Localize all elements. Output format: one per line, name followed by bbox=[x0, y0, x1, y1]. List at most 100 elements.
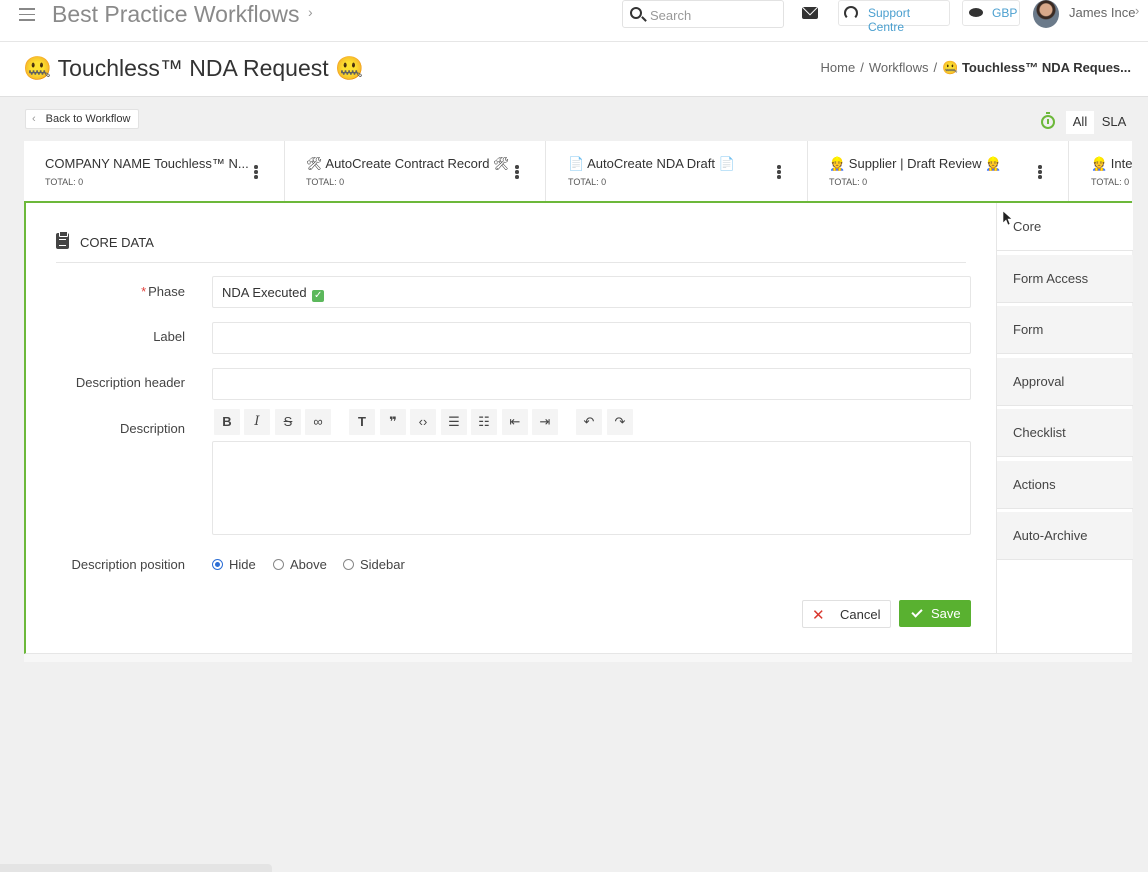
mail-icon[interactable] bbox=[802, 7, 818, 19]
mouse-cursor-icon bbox=[1003, 211, 1013, 226]
tab-all[interactable]: All bbox=[1066, 111, 1094, 134]
side-tab-approval[interactable]: Approval bbox=[997, 358, 1133, 406]
link-icon[interactable]: ∞ bbox=[305, 409, 331, 435]
phase-total: TOTAL: 0 bbox=[568, 177, 607, 187]
redo-icon[interactable]: ↷ bbox=[607, 409, 633, 435]
user-name[interactable]: James Ince bbox=[1069, 5, 1135, 20]
radio-sidebar-label[interactable]: Sidebar bbox=[360, 557, 405, 572]
chevron-right-icon[interactable]: › bbox=[308, 4, 313, 20]
phase-label: * Phase bbox=[141, 284, 185, 299]
radio-hide-label[interactable]: Hide bbox=[229, 557, 256, 572]
side-tab-actions[interactable]: Actions bbox=[997, 461, 1133, 509]
breadcrumb-workflows[interactable]: Workflows bbox=[869, 60, 929, 75]
search-icon bbox=[630, 7, 642, 19]
outdent-icon[interactable]: ⇤ bbox=[502, 409, 528, 435]
side-tab-auto-archive[interactable]: Auto-Archive bbox=[997, 512, 1133, 560]
phase-total: TOTAL: 0 bbox=[829, 177, 868, 187]
label-label: Label bbox=[153, 329, 185, 344]
save-label: Save bbox=[931, 606, 961, 621]
close-icon: ✕ bbox=[812, 607, 825, 624]
save-button[interactable]: Save bbox=[899, 600, 971, 627]
panel-footer bbox=[24, 654, 1132, 662]
phase-settings-panel: CORE DATA * Phase NDA Executed ✓ Label De… bbox=[24, 201, 1133, 654]
side-tab-form-access[interactable]: Form Access bbox=[997, 255, 1133, 303]
section-title: CORE DATA bbox=[80, 235, 154, 250]
bullet-list-icon[interactable]: ☰ bbox=[441, 409, 467, 435]
phase-field[interactable]: NDA Executed ✓ bbox=[212, 276, 971, 308]
side-tab-core[interactable]: Core bbox=[997, 203, 1133, 251]
headset-icon bbox=[844, 6, 858, 20]
phase-name: COMPANY NAME Touchless™ N... bbox=[45, 156, 249, 171]
phase-name: 🛠 AutoCreate Contract Record 🛠 bbox=[306, 156, 510, 171]
heading-icon[interactable]: T bbox=[349, 409, 375, 435]
check-icon bbox=[911, 606, 923, 618]
italic-icon[interactable]: I bbox=[244, 409, 270, 435]
search-input[interactable]: Search bbox=[622, 0, 784, 28]
more-options-icon[interactable] bbox=[1038, 165, 1042, 179]
currency-button[interactable]: GBP bbox=[962, 0, 1020, 26]
settings-side-tabs: Core Form Access Form Approval Checklist… bbox=[996, 203, 1133, 654]
page-title: 🤐 Touchless™ NDA Request 🤐 bbox=[23, 55, 364, 81]
indent-icon[interactable]: ⇥ bbox=[532, 409, 558, 435]
support-centre-label: Support Centre bbox=[868, 6, 911, 34]
breadcrumb-separator: / bbox=[933, 60, 938, 75]
breadcrumb: Home / Workflows / 🤐 Touchless™ NDA Reques..… bbox=[821, 60, 1132, 76]
radio-hide[interactable] bbox=[212, 559, 223, 570]
phase-name: 📄 AutoCreate NDA Draft 📄 bbox=[568, 156, 735, 171]
clipboard-icon bbox=[56, 231, 69, 249]
undo-icon[interactable]: ↶ bbox=[576, 409, 602, 435]
phase-strip: COMPANY NAME Touchless™ N... TOTAL: 0 🛠 … bbox=[24, 141, 1132, 203]
back-to-workflow-label: Back to Workflow bbox=[45, 113, 131, 125]
top-bar: Best Practice Workflows › Search Support… bbox=[0, 0, 1148, 42]
phase-card[interactable]: 👷 Supplier | Draft Review 👷 TOTAL: 0 bbox=[808, 141, 1069, 203]
title-bar: 🤐 Touchless™ NDA Request 🤐 Home / Workflow… bbox=[0, 42, 1148, 97]
tab-sla[interactable]: SLA bbox=[1097, 111, 1131, 134]
radio-above-label[interactable]: Above bbox=[290, 557, 327, 572]
phase-label-text: Phase bbox=[148, 284, 185, 299]
phase-value: NDA Executed bbox=[222, 285, 307, 300]
description-editor[interactable] bbox=[212, 441, 971, 535]
required-marker: * bbox=[141, 284, 147, 299]
strikethrough-icon[interactable]: S bbox=[275, 409, 301, 435]
avatar[interactable] bbox=[1033, 0, 1059, 28]
phase-name: 👷 Supplier | Draft Review 👷 bbox=[829, 156, 1002, 171]
section-header: CORE DATA bbox=[56, 231, 966, 263]
cancel-button[interactable]: ✕ Cancel bbox=[802, 600, 891, 628]
check-mark-icon: ✓ bbox=[312, 290, 325, 302]
breadcrumb-separator: / bbox=[860, 60, 864, 75]
phase-card[interactable]: 👷 Inter TOTAL: 0 bbox=[1070, 141, 1132, 203]
app-title[interactable]: Best Practice Workflows bbox=[52, 0, 300, 28]
phase-card[interactable]: COMPANY NAME Touchless™ N... TOTAL: 0 bbox=[24, 141, 285, 203]
phase-total: TOTAL: 0 bbox=[45, 177, 84, 187]
label-field[interactable] bbox=[212, 322, 971, 354]
breadcrumb-current: 🤐 Touchless™ NDA Reques... bbox=[942, 60, 1131, 75]
more-options-icon[interactable] bbox=[254, 165, 258, 179]
description-label: Description bbox=[119, 421, 185, 436]
quote-icon[interactable]: ❞ bbox=[380, 409, 406, 435]
side-tab-form[interactable]: Form bbox=[997, 306, 1133, 354]
chevron-left-icon: ‹ bbox=[32, 113, 36, 125]
breadcrumb-home[interactable]: Home bbox=[821, 60, 856, 75]
side-tab-checklist[interactable]: Checklist bbox=[997, 409, 1133, 457]
chevron-right-icon[interactable]: › bbox=[1135, 3, 1139, 18]
description-header-field[interactable] bbox=[212, 368, 971, 400]
radio-sidebar[interactable] bbox=[343, 559, 354, 570]
numbered-list-icon[interactable]: ☷ bbox=[471, 409, 497, 435]
back-to-workflow-button[interactable]: ‹ Back to Workflow bbox=[25, 109, 140, 129]
cancel-label: Cancel bbox=[840, 607, 881, 622]
bold-icon[interactable]: B bbox=[214, 409, 240, 435]
description-position-label: Description position bbox=[71, 557, 185, 572]
radio-above[interactable] bbox=[273, 559, 284, 570]
menu-icon[interactable] bbox=[19, 8, 35, 22]
stopwatch-icon[interactable] bbox=[1041, 112, 1055, 129]
code-icon[interactable]: ‹› bbox=[410, 409, 436, 435]
coins-icon bbox=[969, 8, 983, 17]
phase-card[interactable]: 📄 AutoCreate NDA Draft 📄 TOTAL: 0 bbox=[547, 141, 808, 203]
more-options-icon[interactable] bbox=[777, 165, 781, 179]
support-centre-button[interactable]: Support Centre bbox=[838, 0, 950, 34]
phase-card[interactable]: 🛠 AutoCreate Contract Record 🛠 TOTAL: 0 bbox=[285, 141, 546, 203]
more-options-icon[interactable] bbox=[515, 165, 519, 179]
phase-total: TOTAL: 0 bbox=[306, 177, 345, 187]
currency-label: GBP bbox=[992, 6, 1018, 20]
search-placeholder: Search bbox=[650, 8, 692, 23]
